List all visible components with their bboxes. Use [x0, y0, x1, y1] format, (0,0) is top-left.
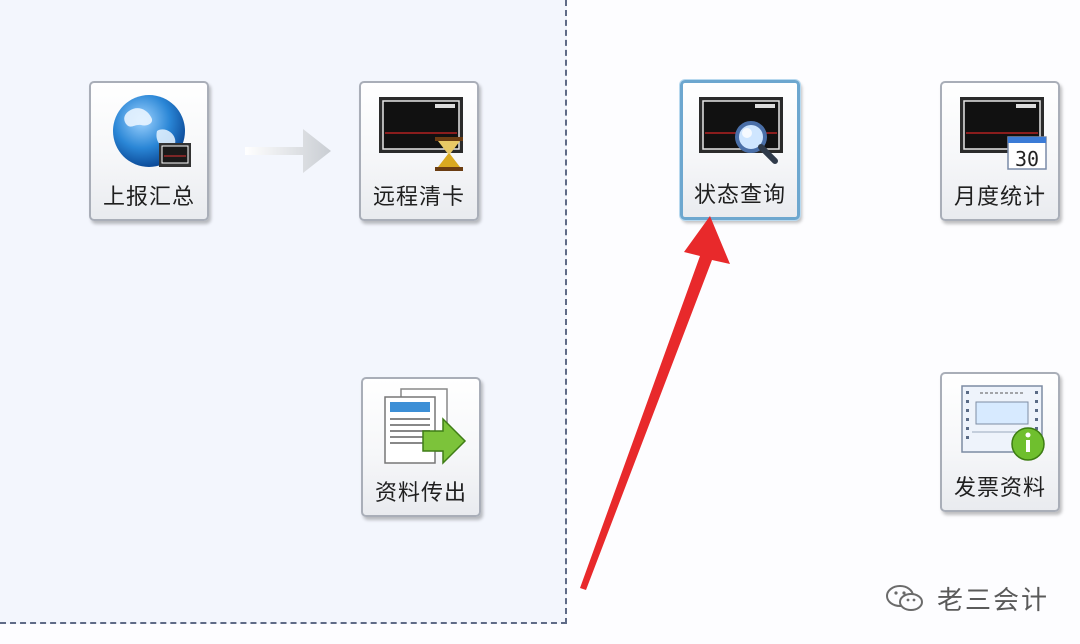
left-panel — [0, 0, 567, 624]
status-query-label: 状态查询 — [693, 183, 786, 208]
hourglass-screen-icon — [379, 97, 463, 171]
upload-summary-button[interactable]: 上报汇总 — [89, 81, 209, 221]
magnifier-screen-icon — [699, 97, 783, 164]
document-export-icon — [384, 388, 467, 465]
export-data-button[interactable]: 资料传出 — [361, 377, 481, 517]
calendar-day: 30 — [1014, 147, 1040, 171]
remote-clear-card-button[interactable]: 远程清卡 — [359, 81, 479, 221]
export-data-label: 资料传出 — [374, 481, 467, 506]
remote-clear-card-label: 远程清卡 — [372, 185, 465, 210]
watermark-text: 老三会计 — [937, 585, 1050, 616]
upload-summary-label: 上报汇总 — [102, 185, 195, 210]
invoice-info-icon — [961, 385, 1045, 461]
monthly-stats-label: 月度统计 — [953, 185, 1046, 210]
watermark: 老三会计 — [885, 578, 1049, 618]
status-query-button[interactable]: 状态查询 — [680, 80, 800, 220]
flow-arrow-icon — [245, 129, 331, 173]
red-pointer-arrow-icon — [580, 216, 730, 590]
invoice-data-label: 发票资料 — [953, 476, 1046, 501]
wechat-icon — [886, 585, 923, 611]
invoice-data-button[interactable]: 发票资料 — [940, 372, 1060, 512]
monthly-stats-button[interactable]: 30 月度统计 — [940, 81, 1060, 221]
globe-icon — [113, 95, 191, 167]
